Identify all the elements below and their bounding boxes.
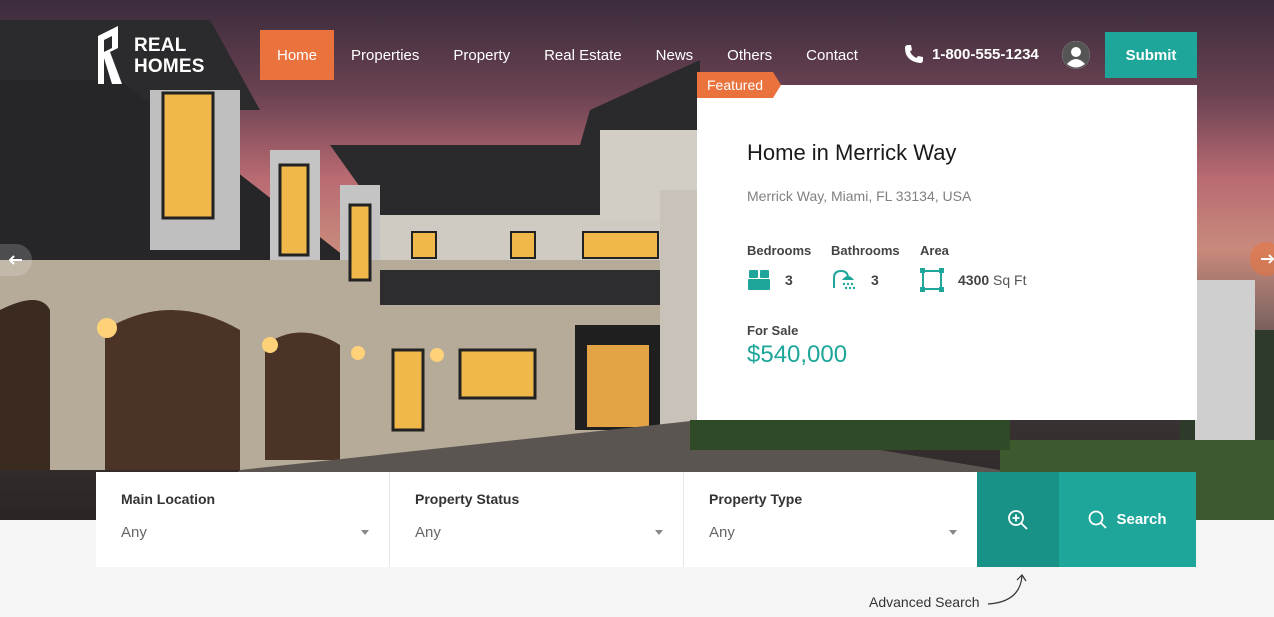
- property-type-value: Any: [709, 524, 735, 541]
- logo-line-2: HOMES: [134, 56, 205, 77]
- area-unit: Sq Ft: [993, 272, 1027, 288]
- arrow-right-icon: [1261, 254, 1274, 264]
- chevron-down-icon: [949, 530, 957, 535]
- property-status-value: Any: [415, 524, 441, 541]
- search-icon: [1089, 510, 1108, 529]
- shower-icon: [833, 269, 856, 290]
- logo-text: REAL HOMES: [134, 35, 205, 77]
- logo-icon: [98, 26, 122, 84]
- nav-contact[interactable]: Contact: [789, 30, 875, 80]
- area-icon: [920, 268, 944, 292]
- advanced-search-note: Advanced Search: [869, 594, 980, 610]
- property-price: $540,000: [747, 341, 848, 368]
- chevron-down-icon: [655, 530, 663, 535]
- property-type-select[interactable]: Property Type Any: [684, 472, 978, 567]
- bathrooms-label: Bathrooms: [831, 243, 900, 258]
- area-label: Area: [920, 243, 949, 258]
- logo-line-1: REAL: [134, 35, 187, 56]
- bathrooms-value: 3: [871, 272, 879, 288]
- phone-number: 1-800-555-1234: [932, 45, 1039, 63]
- advanced-search-button[interactable]: [977, 472, 1059, 567]
- nav-property[interactable]: Property: [436, 30, 527, 80]
- phone-icon: [905, 45, 923, 63]
- curved-arrow-icon: [987, 574, 1027, 605]
- bed-icon: [748, 270, 770, 290]
- site-logo[interactable]: REAL HOMES: [96, 26, 205, 86]
- bedrooms-value: 3: [785, 272, 793, 288]
- property-type-label: Property Type: [709, 491, 803, 507]
- search-button-label: Search: [1116, 511, 1167, 528]
- search-bar: Main Location Any Property Status Any Pr…: [96, 472, 1196, 567]
- featured-property-card[interactable]: Home in Merrick Way Merrick Way, Miami, …: [697, 85, 1197, 420]
- main-location-select[interactable]: Main Location Any: [96, 472, 390, 567]
- slider-next-button[interactable]: [1250, 242, 1274, 276]
- property-status-select[interactable]: Property Status Any: [390, 472, 684, 567]
- chevron-down-icon: [361, 530, 369, 535]
- bathrooms-meta: Bathrooms 3: [831, 243, 900, 292]
- property-title[interactable]: Home in Merrick Way: [747, 140, 956, 166]
- arrow-left-icon: [9, 255, 22, 265]
- nav-real-estate[interactable]: Real Estate: [527, 30, 639, 80]
- submit-button[interactable]: Submit: [1105, 32, 1197, 78]
- nav-properties[interactable]: Properties: [334, 30, 436, 80]
- property-status: For Sale: [747, 323, 799, 338]
- zoom-plus-icon: [1008, 509, 1028, 530]
- bedrooms-meta: Bedrooms 3: [747, 243, 811, 292]
- property-address: Merrick Way, Miami, FL 33134, USA: [747, 188, 972, 204]
- main-location-value: Any: [121, 524, 147, 541]
- bedrooms-label: Bedrooms: [747, 243, 812, 258]
- area-meta: Area 4300 Sq Ft: [920, 243, 1027, 292]
- area-number: 4300: [958, 272, 990, 288]
- main-location-label: Main Location: [121, 491, 216, 507]
- main-nav: Home Properties Property Real Estate New…: [260, 30, 875, 80]
- slider-prev-button[interactable]: [0, 244, 32, 276]
- area-value: 4300 Sq Ft: [958, 272, 1027, 288]
- property-status-label: Property Status: [415, 491, 520, 507]
- user-icon[interactable]: [1062, 41, 1090, 69]
- phone-contact[interactable]: 1-800-555-1234: [904, 44, 1039, 64]
- search-button[interactable]: Search: [1059, 472, 1196, 567]
- nav-home[interactable]: Home: [260, 30, 335, 80]
- featured-tag: Featured: [697, 72, 782, 98]
